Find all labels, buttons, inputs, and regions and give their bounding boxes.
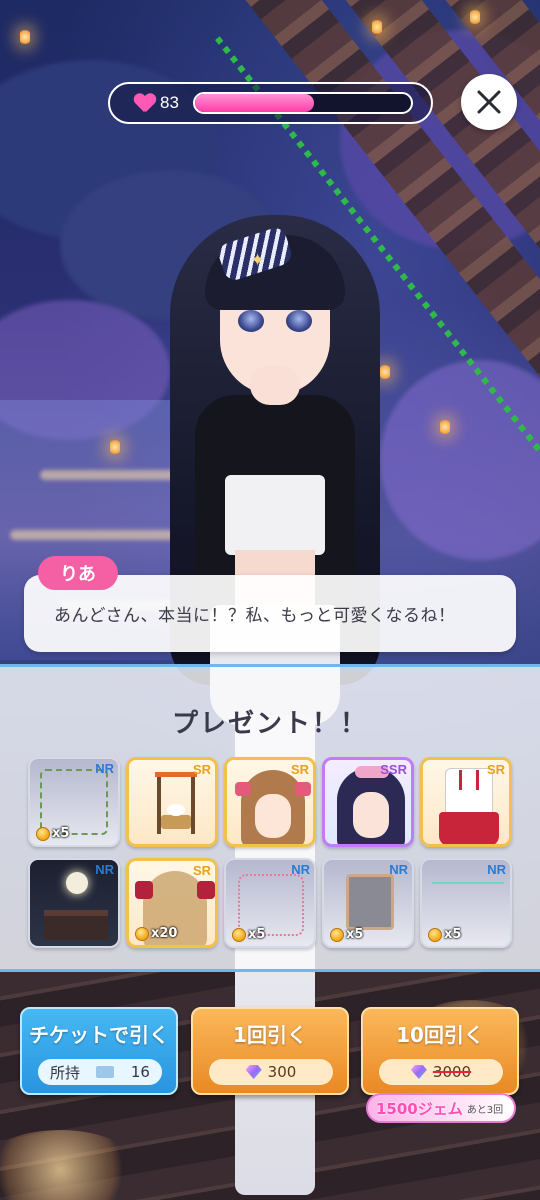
rarity-badge: NR bbox=[95, 862, 114, 877]
item-quantity-value: x5 bbox=[52, 826, 70, 841]
close-icon bbox=[477, 90, 501, 114]
ten-draw-button[interactable]: 10回引く 3000 bbox=[361, 1007, 519, 1095]
item-art bbox=[161, 815, 191, 829]
item-art bbox=[295, 782, 311, 796]
ten-draw-label: 10回引く bbox=[396, 1023, 484, 1047]
item-art bbox=[235, 782, 251, 796]
affection-count: 83 bbox=[160, 93, 179, 112]
affection-meter: 83 bbox=[108, 82, 433, 124]
item-quantity-value: x5 bbox=[346, 927, 364, 942]
lantern bbox=[440, 420, 450, 434]
item-quantity: x5 bbox=[330, 927, 363, 942]
item-art bbox=[353, 792, 389, 838]
single-draw-cost: 300 bbox=[209, 1059, 333, 1085]
ticket-owned-count: 16 bbox=[130, 1063, 150, 1081]
item-art bbox=[432, 882, 504, 884]
present-item-card[interactable]: NR x5 bbox=[322, 858, 414, 948]
present-item-grid: NR x5 SR SR SSR SR NR SR x20 NR x5 NR x5 NR x5 bbox=[28, 757, 512, 948]
item-art bbox=[197, 881, 215, 899]
ten-draw-cost-value: 3000 bbox=[432, 1063, 472, 1081]
present-title: プレゼント！！ bbox=[171, 709, 368, 739]
promo-gem-amount: 1500ジェム bbox=[376, 1099, 463, 1118]
gem-promo-badge[interactable]: 1500ジェム あと3回 bbox=[366, 1093, 516, 1123]
coin-icon bbox=[428, 927, 442, 942]
ticket-draw-label: チケットで引く bbox=[29, 1023, 169, 1047]
item-art bbox=[66, 872, 88, 894]
ticket-owned-label: 所持 bbox=[50, 1063, 81, 1082]
character-eye bbox=[286, 310, 312, 332]
rarity-badge: SR bbox=[192, 863, 211, 878]
item-art bbox=[44, 910, 108, 940]
present-item-card[interactable]: SR bbox=[420, 757, 512, 847]
speaker-name-tag: りあ bbox=[38, 556, 118, 590]
rarity-badge: SR bbox=[192, 762, 211, 777]
dialogue-text: あんどさん、本当に！？私、もっと可愛くなるね！ bbox=[54, 606, 456, 626]
coin-icon bbox=[232, 927, 246, 942]
close-button[interactable] bbox=[461, 74, 517, 130]
item-art bbox=[346, 874, 394, 930]
item-art bbox=[155, 772, 197, 777]
ticket-draw-button[interactable]: チケットで引く 所持 16 bbox=[20, 1007, 178, 1095]
rarity-badge: SR bbox=[290, 762, 309, 777]
lantern bbox=[20, 30, 30, 44]
item-quantity: x5 bbox=[36, 826, 69, 841]
blossom-foliage bbox=[380, 360, 540, 560]
item-art bbox=[439, 812, 499, 844]
promo-remaining: あと3回 bbox=[466, 1104, 504, 1116]
present-item-card[interactable]: SR bbox=[224, 757, 316, 847]
affection-bar bbox=[192, 92, 413, 114]
rarity-badge: NR bbox=[291, 862, 310, 877]
affection-bar-fill bbox=[194, 94, 314, 112]
item-art bbox=[459, 770, 479, 790]
rarity-badge: SSR bbox=[380, 762, 407, 777]
item-art bbox=[167, 804, 185, 816]
heart-icon bbox=[134, 94, 156, 112]
item-quantity-value: x5 bbox=[444, 927, 462, 942]
item-quantity: x20 bbox=[135, 926, 177, 941]
single-draw-button[interactable]: 1回引く 300 bbox=[191, 1007, 349, 1095]
speaker-name: りあ bbox=[60, 564, 96, 585]
lantern bbox=[470, 10, 480, 24]
present-item-card[interactable]: SR x20 bbox=[126, 858, 218, 948]
star-hairpin-icon: ✦ bbox=[250, 250, 266, 271]
present-panel: プレゼント！！ NR x5 SR SR SSR SR NR SR x20 NR x5 NR x5 NR x5 bbox=[0, 664, 540, 972]
gem-icon bbox=[410, 1065, 427, 1079]
item-quantity-value: x5 bbox=[248, 927, 266, 942]
ticket-icon bbox=[96, 1066, 115, 1078]
present-item-card[interactable]: SSR bbox=[322, 757, 414, 847]
item-art bbox=[255, 794, 291, 838]
rarity-badge: NR bbox=[487, 862, 506, 877]
lantern bbox=[372, 20, 382, 34]
coin-icon bbox=[36, 826, 50, 841]
item-art bbox=[191, 772, 195, 834]
item-quantity: x5 bbox=[232, 927, 265, 942]
character-eye bbox=[238, 310, 264, 332]
present-item-card[interactable]: SR bbox=[126, 757, 218, 847]
present-item-card[interactable]: NR x5 bbox=[224, 858, 316, 948]
character-hands bbox=[250, 365, 300, 405]
item-art bbox=[135, 881, 153, 899]
rarity-badge: NR bbox=[95, 761, 114, 776]
present-item-card[interactable]: NR bbox=[28, 858, 120, 948]
gem-icon bbox=[245, 1065, 262, 1079]
single-draw-label: 1回引く bbox=[233, 1023, 307, 1047]
item-quantity: x5 bbox=[428, 927, 461, 942]
coin-icon bbox=[135, 926, 149, 941]
coin-icon bbox=[330, 927, 344, 942]
single-draw-cost-value: 300 bbox=[267, 1063, 297, 1081]
present-item-card[interactable]: NR x5 bbox=[28, 757, 120, 847]
character-crop-top bbox=[225, 475, 325, 555]
rarity-badge: NR bbox=[389, 862, 408, 877]
rarity-badge: SR bbox=[486, 762, 505, 777]
ticket-owned: 所持 16 bbox=[38, 1059, 162, 1085]
lantern bbox=[110, 440, 120, 454]
ten-draw-cost: 3000 bbox=[379, 1059, 503, 1085]
present-item-card[interactable]: NR x5 bbox=[420, 858, 512, 948]
item-quantity-value: x20 bbox=[151, 926, 178, 941]
